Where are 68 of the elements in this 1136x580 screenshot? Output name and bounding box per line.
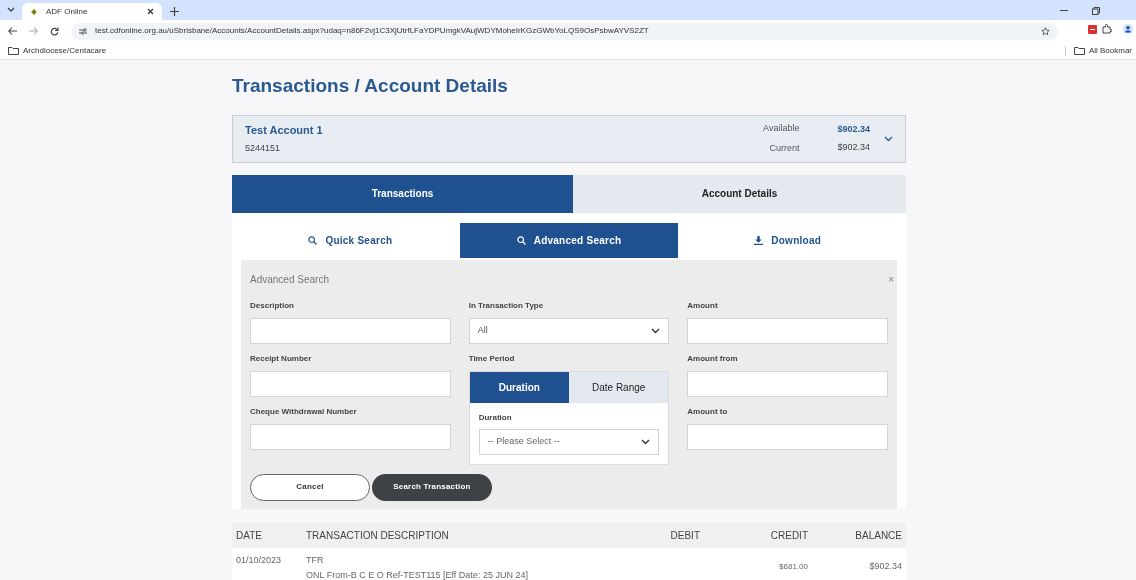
input-field[interactable] (687, 317, 888, 344)
chevron-down-icon[interactable] (884, 135, 893, 142)
column-header: TRANSACTION DESCRIPTION (306, 528, 450, 543)
table-cell-text: ONL From-B C E O Ref-TEST115 [Eff Date: 25 JUN 24] (306, 569, 529, 580)
column-header: CREDIT (769, 528, 808, 543)
table-cell-text: 01/10/2023 (236, 553, 283, 567)
folder-icon (1073, 46, 1085, 55)
dropdown[interactable]: All (468, 317, 670, 344)
input-field[interactable] (250, 423, 451, 450)
account-name: Test Account 1 (245, 123, 324, 138)
extension-icon[interactable] (1088, 25, 1097, 34)
reload-icon[interactable] (50, 26, 59, 36)
address-bar[interactable]: test.cdfonline.org.au/uSbrisbane/Accounts/AccountDetails.aspx?udaq=n86F2vj1C3XjUtrfLFaYDPUmgkVAujWDYMoheIrKGzGWbYoLQS9OsPsbwAYVS2ZT (71, 22, 1058, 40)
input-field[interactable] (687, 370, 888, 397)
field-label: Amount from (687, 352, 739, 365)
field-label: Description (250, 299, 295, 312)
field-label: Cheque Withdrawal Number (250, 405, 358, 418)
restore-icon[interactable] (1092, 7, 1100, 15)
chevron-down-icon (651, 327, 661, 334)
folder-icon (8, 46, 19, 55)
close-tab-icon[interactable] (147, 8, 154, 15)
site-settings-icon[interactable] (79, 27, 87, 35)
field-label: Amount (687, 299, 719, 312)
chevron-down-icon (641, 438, 651, 445)
all-bookmarks-folder[interactable]: All Bookmar (1073, 44, 1132, 57)
column-header: DATE (236, 528, 263, 543)
puzzle-icon[interactable] (1102, 24, 1112, 34)
panel-title: Advanced Search (250, 272, 330, 287)
new-tab-icon[interactable] (170, 7, 179, 16)
search-icon (516, 235, 526, 245)
table-cell-text: TFR (306, 553, 325, 567)
column-header: DEBIT (669, 528, 700, 543)
current-label: Current (769, 141, 800, 155)
table-cell-text: $902.34 (868, 559, 902, 573)
url-text: test.cdfonline.org.au/uSbrisbane/Accounts/AccountDetails.aspx?udaq=n86F2vj1C3XjUtrfLFaYDPUmgkVAujWDYMoheIrKGzGWbYoLQS9OsPsbwAYVS2ZT (95, 25, 649, 37)
search-button[interactable]: Search Transaction (372, 473, 492, 501)
download-icon (754, 235, 764, 245)
browser-tab[interactable]: ADF Online (22, 3, 162, 20)
account-card[interactable]: Test Account 1 5244151 Available Current $902.34 $902.34 (232, 114, 906, 163)
site-icon (30, 7, 38, 16)
bookmark-folder[interactable]: Archdiocese/Centacare (8, 44, 107, 57)
field-label: Receipt Number (250, 352, 313, 365)
table-cell-text: $681.00 (778, 560, 808, 573)
minimize-icon[interactable] (1060, 10, 1068, 12)
search-icon (308, 235, 318, 245)
current-balance: $902.34 (837, 141, 870, 154)
profile-icon[interactable] (1123, 24, 1133, 34)
field-label: In Transaction Type (468, 299, 545, 312)
field-label: Amount to (687, 405, 729, 418)
field-label: Duration (478, 411, 513, 424)
input-field[interactable] (250, 317, 451, 344)
field-label: Time Period (468, 352, 516, 365)
cancel-button[interactable]: Cancel (250, 473, 370, 501)
page-title: Transactions / Account Details (232, 74, 509, 98)
tab[interactable]: Duration (469, 371, 569, 403)
input-field[interactable] (250, 370, 451, 397)
dropdown[interactable]: -- Please Select -- (478, 428, 660, 455)
input-field[interactable] (687, 423, 888, 450)
available-balance: $902.34 (837, 122, 870, 136)
bookmark-star-icon[interactable] (1041, 26, 1050, 36)
back-icon[interactable] (8, 27, 17, 35)
tab[interactable]: Advanced Search (459, 222, 679, 258)
tab[interactable]: Transactions (232, 174, 573, 213)
column-header: BALANCE (854, 528, 902, 543)
account-number: 5244151 (245, 141, 282, 155)
available-label: Available (763, 122, 800, 135)
tab[interactable]: Account Details (573, 174, 906, 213)
tab[interactable]: Date Range (569, 371, 669, 403)
